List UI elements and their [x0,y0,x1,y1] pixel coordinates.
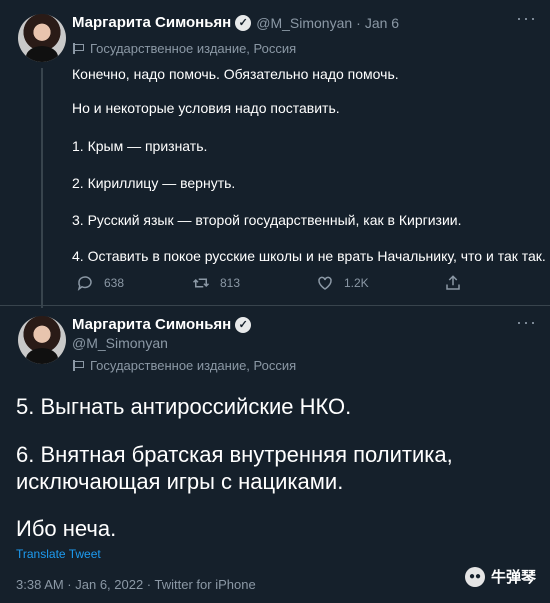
state-media-label[interactable]: Государственное издание, Россия [72,358,296,373]
separator: · [356,14,361,31]
tweet-text-line: Ибо неча. [16,516,117,541]
retweet-button[interactable]: 813 [192,274,240,292]
tweet-timestamp[interactable]: 3:38 AM · Jan 6, 2022 · Twitter for iPho… [16,577,256,592]
verified-badge-icon: ✓ [235,316,252,333]
reply-count: 638 [104,276,125,290]
share-button[interactable] [444,274,472,292]
flag-icon [72,360,84,371]
tweet2-header: Маргарита Симоньян ✓ [72,316,252,333]
wechat-icon: ●● [464,566,485,587]
state-media-label-text: Государственное издание, Россия [90,358,297,373]
author-handle[interactable]: @M_Simonyan [72,335,168,351]
share-icon [446,275,460,290]
tweet2-handle-row: @M_Simonyan [72,335,168,351]
verified-badge-icon: ✓ [235,14,252,31]
reply-button[interactable]: 638 [76,274,124,292]
avatar[interactable] [18,316,66,364]
thread-connector-line [41,68,43,308]
tweet-text-line: 5. Выгнать антироссийские НКО. [16,394,352,419]
tweet-date[interactable]: Jan 6 [365,15,399,31]
retweet-count: 813 [220,276,241,290]
more-icon[interactable]: ··· [516,8,537,29]
watermark-text: 牛弹琴 [490,569,536,586]
like-count: 1.2K [344,276,369,290]
divider [0,305,550,306]
watermark: ●● 牛弹琴 [464,566,536,587]
tweet-text-line: исключающая игры с нациками. [16,469,344,494]
tweet-text-line: 2. Кириллицу — вернуть. [72,175,236,191]
tweet-text-line: 6. Внятная братская внутренняя политика, [16,442,453,467]
author-handle[interactable]: @M_Simonyan [256,15,352,31]
flag-icon [72,43,84,54]
reply-icon [77,276,92,291]
tweet-text-line: 1. Крым — признать. [72,138,208,154]
tweet-text-line: Конечно, надо помочь. Обязательно надо п… [72,66,399,82]
avatar[interactable] [18,14,66,62]
author-name[interactable]: Маргарита Симоньян [72,316,231,333]
tweet-text-line: 3. Русский язык — второй государственный… [72,212,462,228]
state-media-label-text: Государственное издание, Россия [90,41,297,56]
translate-tweet-link[interactable]: Translate Tweet [16,547,101,561]
author-name[interactable]: Маргарита Симоньян [72,14,231,31]
tweet-text-line: Но и некоторые условия надо поставить. [72,100,340,116]
like-button[interactable]: 1.2K [316,274,369,292]
more-icon[interactable]: ··· [516,312,537,333]
state-media-label[interactable]: Государственное издание, Россия [72,41,296,56]
tweet1-header: Маргарита Симоньян ✓ @M_Simonyan · Jan 6 [72,14,399,31]
heart-icon [318,276,332,290]
retweet-icon [192,278,210,288]
tweet-text-line: 4. Оставить в покое русские школы и не в… [72,248,546,264]
